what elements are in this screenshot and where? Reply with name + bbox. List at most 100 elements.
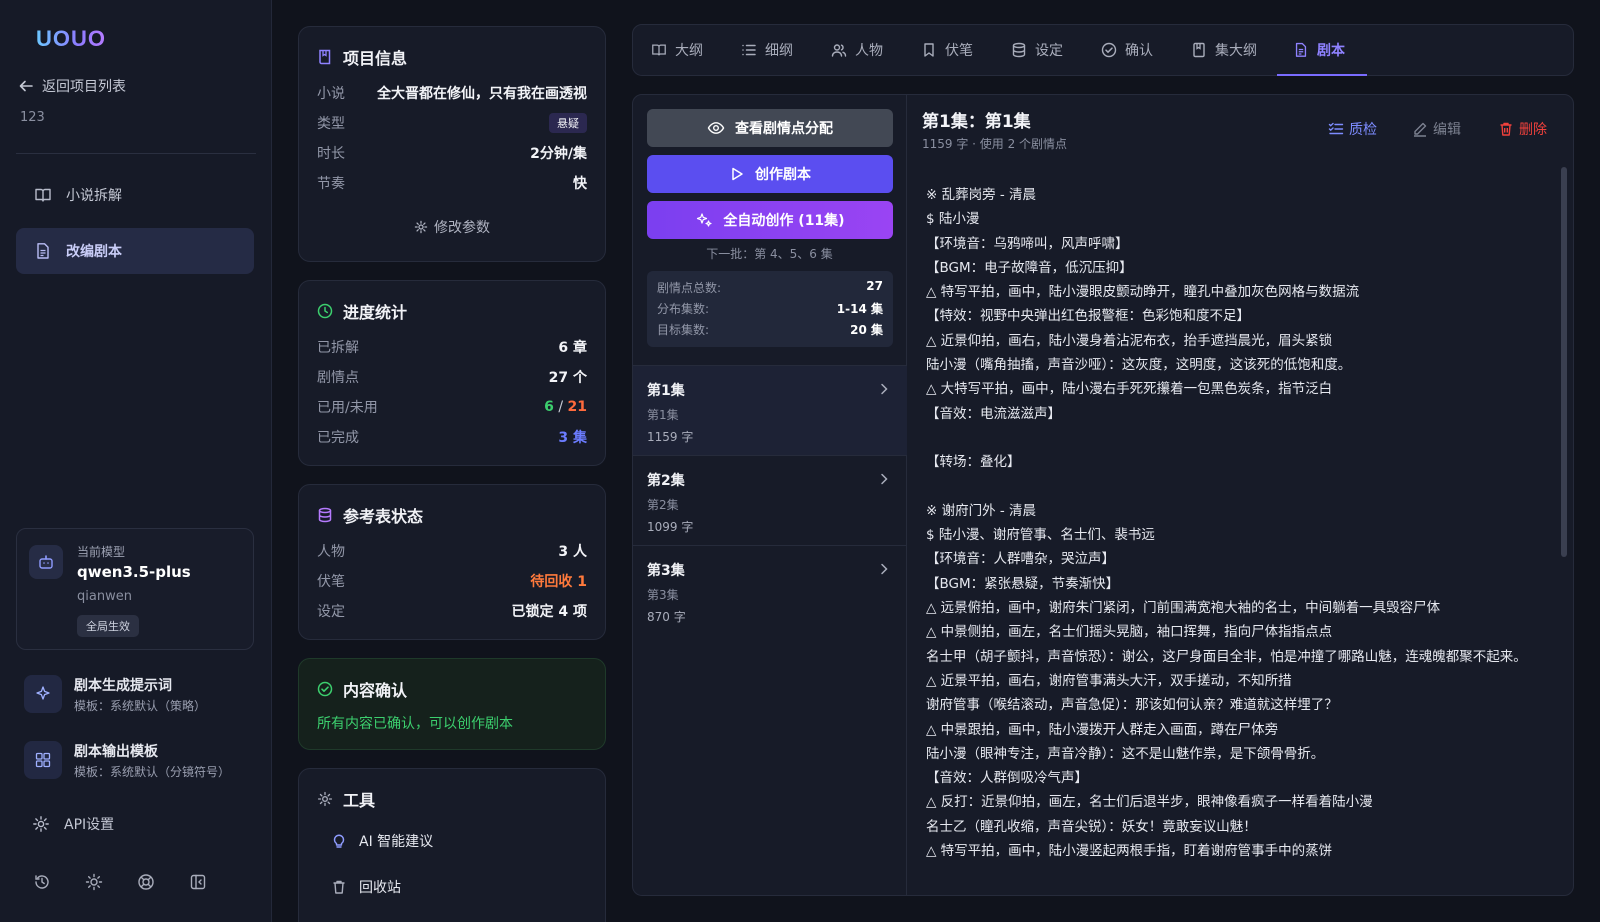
tool-label: AI 智能建议 <box>359 834 434 850</box>
row-key: 已拆解 <box>317 340 359 356</box>
tab-detailed-outline[interactable]: 细纲 <box>741 25 793 75</box>
api-settings-link[interactable]: API设置 <box>32 814 114 834</box>
genre-tag: 悬疑 <box>549 113 587 133</box>
used-sep: / <box>553 399 568 415</box>
book-open-icon <box>651 42 667 58</box>
info-row-duration: 时长 2分钟/集 <box>317 143 587 163</box>
episode-word-count: 1159 字 <box>647 430 694 444</box>
tab-episode-outline[interactable]: 集大纲 <box>1191 25 1257 75</box>
stat-key: 目标集数: <box>657 323 710 337</box>
episode-word-count: 870 字 <box>647 610 686 624</box>
clock-icon <box>317 303 333 319</box>
progress-title-row: 进度统计 <box>317 299 407 323</box>
progress-row-completed: 已完成 3 集 <box>317 427 587 447</box>
template-sub: 模板：系统默认（分镜符号） <box>74 764 231 779</box>
pencil-icon <box>1412 121 1428 137</box>
model-label: 当前模型 <box>77 545 126 559</box>
used-unused-value: 6 / 21 <box>544 399 587 415</box>
support-icon[interactable] <box>136 872 156 892</box>
completed-value: 3 集 <box>558 430 587 446</box>
check-circle-icon <box>1101 42 1117 58</box>
pending-recover-value: 待回收 1 <box>530 574 587 590</box>
file-text-icon <box>1293 42 1309 58</box>
qc-label: 质检 <box>1349 122 1377 138</box>
confirm-message: 所有内容已确认，可以创作剧本 <box>317 716 513 732</box>
active-tab-indicator <box>1277 74 1367 76</box>
collapse-sidebar-icon[interactable] <box>188 872 208 892</box>
episode-item[interactable]: 第2集 第2集 1099 字 <box>633 455 907 545</box>
tab-confirm[interactable]: 确认 <box>1101 25 1153 75</box>
sidebar-footer-icons <box>32 872 208 892</box>
episode-subtitle: 第3集 <box>647 588 679 602</box>
database-icon <box>317 507 333 523</box>
tab-settings[interactable]: 设定 <box>1011 25 1063 75</box>
back-to-projects-link[interactable]: 返回项目列表 <box>18 76 126 96</box>
tab-outline[interactable]: 大纲 <box>651 25 703 75</box>
auto-create-button[interactable]: 全自动创作 (11集) <box>647 201 893 239</box>
progress-row-plot-points: 剧情点 27 个 <box>317 367 587 387</box>
info-row-pace: 节奏 快 <box>317 173 587 193</box>
episode-item[interactable]: 第1集 第1集 1159 字 <box>633 365 907 455</box>
tab-label: 细纲 <box>765 43 793 59</box>
button-label: 全自动创作 (11集) <box>723 213 845 229</box>
lightbulb-icon <box>331 833 347 849</box>
create-script-button[interactable]: 创作剧本 <box>647 155 893 193</box>
info-row-genre: 类型 悬疑 <box>317 113 587 133</box>
history-icon[interactable] <box>32 872 52 892</box>
current-model-card[interactable]: 当前模型 qwen3.5-plus qianwen 全局生效 <box>16 528 254 650</box>
arrow-left-icon <box>18 78 34 94</box>
progress-row-parsed: 已拆解 6 章 <box>317 337 587 357</box>
modify-params-button[interactable]: 修改参数 <box>299 217 605 237</box>
progress-card: 进度统计 已拆解 6 章 剧情点 27 个 已用/未用 6 / 21 已完成 3… <box>298 280 606 466</box>
confirm-title-row: 内容确认 <box>317 677 407 701</box>
episode-subtitle: 第1集 <box>647 408 679 422</box>
trash-icon <box>1498 121 1514 137</box>
recycle-bin-button[interactable]: 回收站 <box>331 877 401 897</box>
episode-item[interactable]: 第3集 第3集 870 字 <box>633 545 907 635</box>
tab-label: 伏笔 <box>945 43 973 59</box>
sidebar-item-novel-breakdown[interactable]: 小说拆解 <box>16 172 254 218</box>
model-provider: qianwen <box>77 589 132 604</box>
project-info-title-row: 项目信息 <box>317 45 407 69</box>
row-key: 已用/未用 <box>317 400 378 416</box>
view-plot-distribution-button[interactable]: 查看剧情点分配 <box>647 109 893 147</box>
chevron-right-icon <box>877 562 891 576</box>
sidebar-item-adapt-script[interactable]: 改编剧本 <box>16 228 254 274</box>
app-logo[interactable]: UOUO <box>36 26 106 52</box>
script-content[interactable]: ※ 乱葬岗旁 - 清晨 $ 陆小漫 【环境音：乌鸦啼叫，风声呼啸】 【BGM：电… <box>926 183 1546 863</box>
row-value: 2分钟/集 <box>530 146 587 162</box>
ref-row-settings: 设定 已锁定 4 项 <box>317 601 587 621</box>
delete-label: 删除 <box>1519 122 1547 138</box>
row-key: 人物 <box>317 544 345 560</box>
quality-check-button[interactable]: 质检 <box>1328 119 1377 139</box>
script-output-template[interactable]: 剧本输出模板 模板：系统默认（分镜符号） <box>24 738 256 782</box>
progress-row-used-unused: 已用/未用 6 / 21 <box>317 397 587 417</box>
sun-icon[interactable] <box>84 872 104 892</box>
row-key: 剧情点 <box>317 370 359 386</box>
stat-key: 分布集数: <box>657 302 710 316</box>
tab-label: 集大纲 <box>1215 43 1257 59</box>
edit-label: 编辑 <box>1433 122 1461 138</box>
ai-suggestion-button[interactable]: AI 智能建议 <box>331 831 433 851</box>
list-icon <box>741 42 757 58</box>
edit-button[interactable]: 编辑 <box>1412 119 1461 139</box>
script-prompt-template[interactable]: 剧本生成提示词 模板：系统默认（策略） <box>24 672 256 716</box>
users-icon <box>831 42 847 58</box>
tab-label: 设定 <box>1035 43 1063 59</box>
episode-detail: 第1集：第1集 1159 字 · 使用 2 个剧情点 质检 编辑 删除 ※ 乱葬… <box>908 95 1573 895</box>
tab-label: 人物 <box>855 43 883 59</box>
episode-column: 查看剧情点分配 创作剧本 全自动创作 (11集) 下一批：第 4、5、6 集 剧… <box>633 95 907 895</box>
tab-script[interactable]: 剧本 <box>1293 25 1345 75</box>
model-name: qwen3.5-plus <box>77 563 191 581</box>
template-sub: 模板：系统默认（策略） <box>74 698 207 713</box>
template-title: 剧本生成提示词 <box>74 677 172 694</box>
tab-characters[interactable]: 人物 <box>831 25 883 75</box>
delete-button[interactable]: 删除 <box>1498 119 1547 139</box>
ref-row-characters: 人物 3 人 <box>317 541 587 561</box>
stat-value: 1-14 集 <box>836 302 883 316</box>
stat-distribution: 分布集数: 1-14 集 <box>657 300 883 317</box>
script-scrollbar[interactable] <box>1561 167 1567 557</box>
tab-foreshadowing[interactable]: 伏笔 <box>921 25 973 75</box>
document-icon <box>34 242 52 260</box>
stat-total: 剧情点总数: 27 <box>657 279 883 296</box>
